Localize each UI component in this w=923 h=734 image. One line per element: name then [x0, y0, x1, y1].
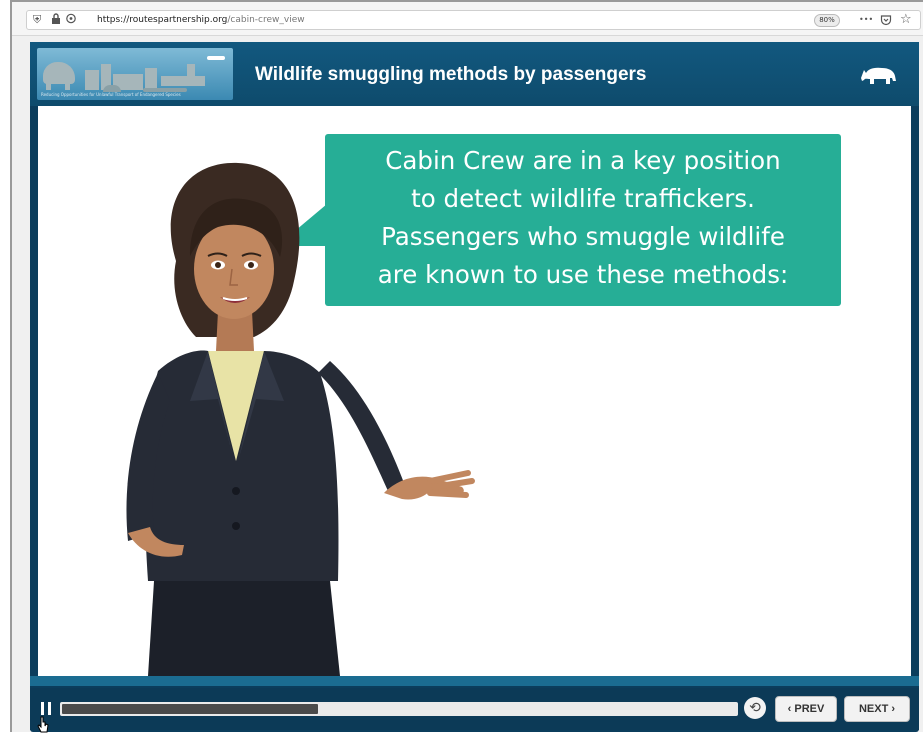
next-button[interactable]: NEXT › [844, 696, 910, 722]
shield-icon[interactable]: ⛨ [33, 13, 41, 27]
bookmark-star-icon[interactable]: ☆ [900, 12, 912, 28]
city-skyline-silhouette [85, 70, 99, 90]
url-path: /cabin-crew_view [227, 15, 305, 25]
pocket-icon[interactable] [880, 12, 892, 31]
ship-silhouette [161, 76, 205, 86]
seekbar[interactable] [60, 702, 738, 716]
routes-banner-logo: Reducing Opportunities for Unlawful Tran… [37, 48, 233, 100]
url-text: https://routespartnership.org/cabin-crew… [97, 14, 305, 26]
prev-button[interactable]: ‹ PREV [775, 696, 837, 722]
slide-bottom-strip [30, 676, 919, 686]
rhino-icon [861, 67, 896, 84]
mouse-cursor-icon [37, 716, 49, 733]
replay-icon[interactable]: ⟲ [744, 697, 766, 719]
url-host: https://routespartnership.org [97, 15, 228, 25]
pause-icon [41, 702, 44, 715]
banner-caption: Reducing Opportunities for Unlawful Tran… [41, 92, 181, 97]
course-header: Reducing Opportunities for Unlawful Tran… [30, 42, 919, 106]
browser-window: ⛨ https://routespartnership.org/cabin-cr… [10, 0, 923, 732]
lock-icon[interactable] [51, 13, 61, 28]
tortoise-silhouette [103, 85, 121, 92]
presenter-character [126, 162, 475, 676]
page-actions-menu-icon[interactable]: ••• [859, 12, 873, 28]
url-field[interactable]: ⛨ https://routespartnership.org/cabin-cr… [26, 10, 921, 30]
permissions-icon[interactable] [65, 13, 77, 28]
address-bar: ⛨ https://routespartnership.org/cabin-cr… [12, 2, 923, 36]
page-title: Wildlife smuggling methods by passengers [255, 64, 647, 85]
player-controls: ⟲ ‹ PREV NEXT › [30, 688, 919, 730]
zoom-level-badge[interactable]: 80% [814, 14, 840, 27]
course-player: Reducing Opportunities for Unlawful Tran… [30, 42, 919, 732]
slide-content: Cabin Crew are in a key position to dete… [38, 106, 911, 676]
seekbar-progress [62, 704, 318, 714]
airplane-silhouette [207, 56, 225, 60]
